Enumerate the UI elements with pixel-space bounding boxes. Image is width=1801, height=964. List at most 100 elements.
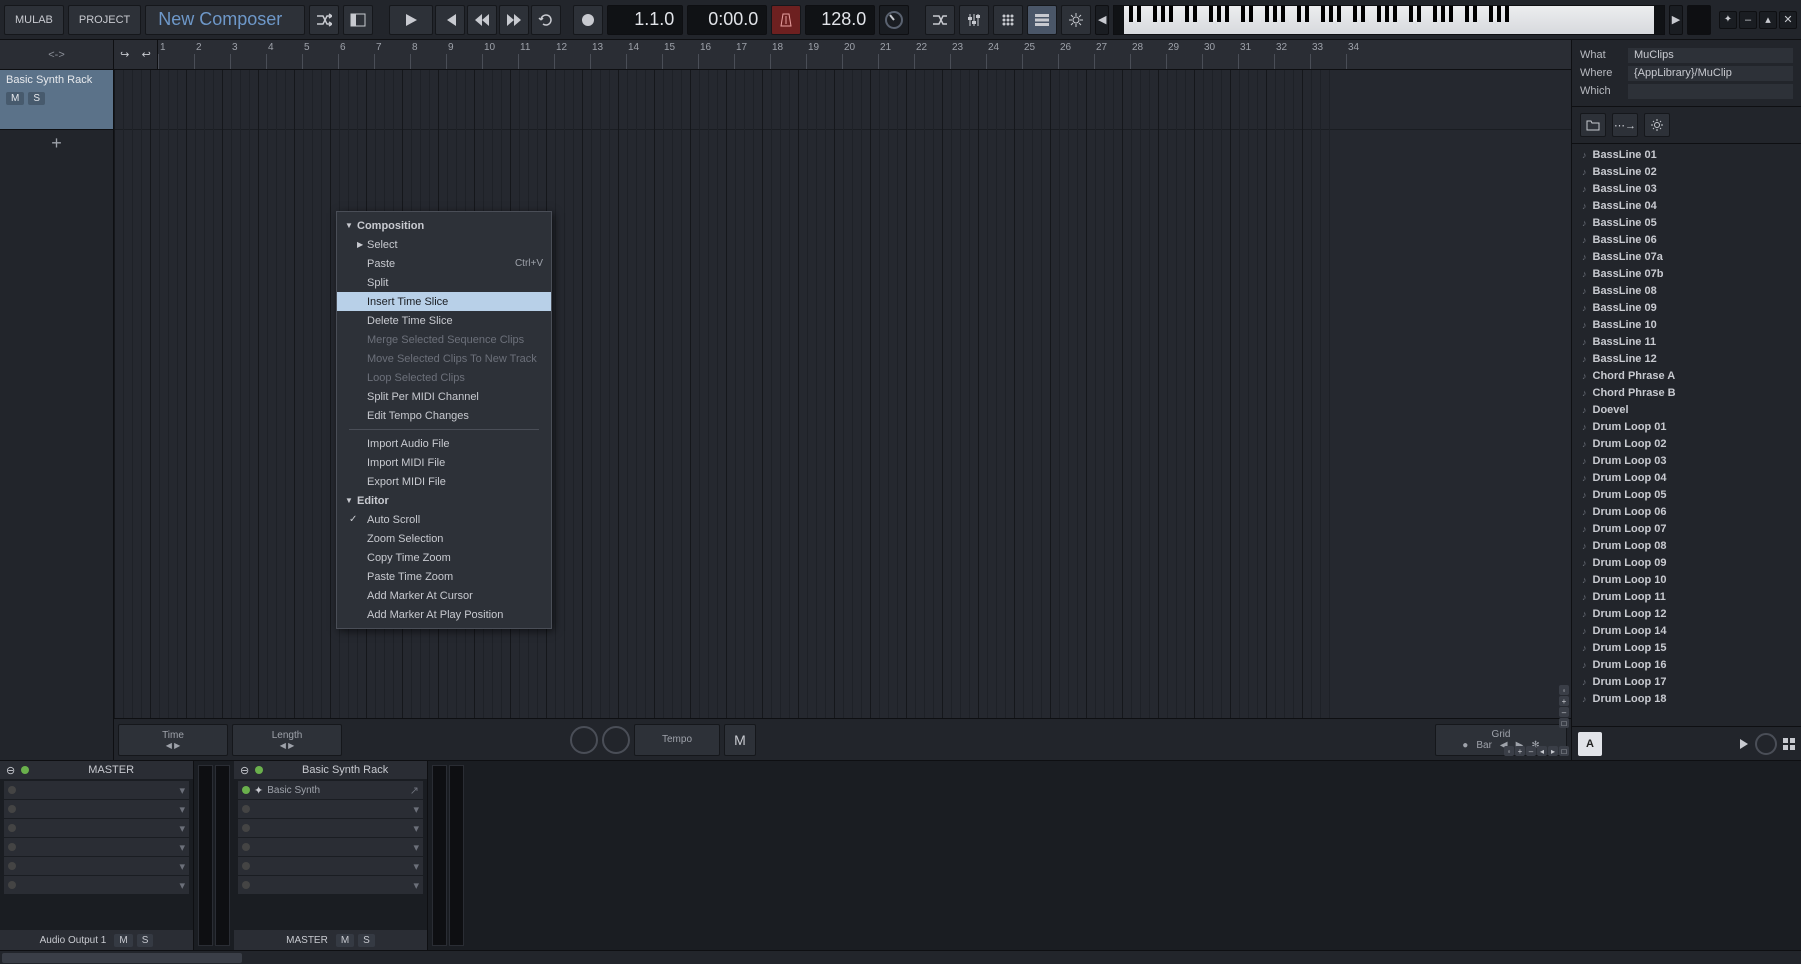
panel-icon[interactable]	[343, 5, 373, 35]
mixer-slot[interactable]: ▾	[4, 857, 189, 875]
browser-item[interactable]: ♪BassLine 09	[1572, 299, 1801, 316]
ctx-export-midi[interactable]: Export MIDI File	[337, 472, 551, 491]
browser-where-value[interactable]: {AppLibrary}/MuClip	[1628, 66, 1793, 81]
ctx-split[interactable]: Split	[337, 273, 551, 292]
tempo-field[interactable]: Tempo	[634, 724, 720, 756]
settings-icon[interactable]	[1061, 5, 1091, 35]
length-field[interactable]: Length◀ ▶	[232, 724, 342, 756]
browser-item[interactable]: ♪BassLine 07b	[1572, 265, 1801, 282]
ctx-add-marker-cursor[interactable]: Add Marker At Cursor	[337, 586, 551, 605]
browser-item[interactable]: ♪BassLine 07a	[1572, 248, 1801, 265]
browser-volume-knob[interactable]	[1755, 733, 1777, 755]
browser-item[interactable]: ♪Drum Loop 07	[1572, 520, 1801, 537]
browser-item[interactable]: ♪Drum Loop 06	[1572, 503, 1801, 520]
browser-item[interactable]: ♪Drum Loop 02	[1572, 435, 1801, 452]
metronome-icon[interactable]	[771, 5, 801, 35]
mixer-slot[interactable]: ▾	[4, 876, 189, 894]
browser-item[interactable]: ♪Doevel	[1572, 401, 1801, 418]
strip-active-dot[interactable]	[21, 766, 29, 774]
mixer-icon[interactable]	[959, 5, 989, 35]
browser-item[interactable]: ♪Drum Loop 04	[1572, 469, 1801, 486]
knob2[interactable]	[602, 726, 630, 754]
browser-a-button[interactable]: A	[1578, 732, 1602, 756]
ctx-auto-scroll[interactable]: ✓Auto Scroll	[337, 510, 551, 529]
project-menu[interactable]: PROJECT	[68, 5, 141, 35]
browser-what-value[interactable]: MuClips	[1628, 48, 1793, 63]
forward-button[interactable]	[499, 5, 529, 35]
piano-scroll-right[interactable]: ▶	[1669, 5, 1683, 35]
minimize-icon[interactable]: ‒	[1739, 11, 1757, 29]
browser-play-icon[interactable]	[1739, 739, 1749, 749]
browser-item[interactable]: ♪Drum Loop 09	[1572, 554, 1801, 571]
browser-item[interactable]: ♪BassLine 05	[1572, 214, 1801, 231]
ruler-corner[interactable]: ↪ ↩	[114, 40, 158, 70]
hscroll[interactable]	[0, 950, 1801, 964]
browser-item[interactable]: ♪Chord Phrase B	[1572, 384, 1801, 401]
loop-button[interactable]	[531, 5, 561, 35]
position-readout[interactable]: 1.1.0	[607, 5, 683, 35]
browser-item[interactable]: ♪Drum Loop 17	[1572, 673, 1801, 690]
browser-item[interactable]: ♪BassLine 10	[1572, 316, 1801, 333]
mixer-slot[interactable]: ▾	[4, 781, 189, 799]
ctx-split-midi[interactable]: Split Per MIDI Channel	[337, 387, 551, 406]
rewind-start-button[interactable]	[435, 5, 465, 35]
tool-shuffle-icon[interactable]	[925, 5, 955, 35]
browser-item[interactable]: ♪BassLine 04	[1572, 197, 1801, 214]
browser-settings-icon[interactable]	[1644, 113, 1670, 137]
strip-mute[interactable]: M	[336, 934, 354, 947]
mixer-slot[interactable]: ▾	[4, 800, 189, 818]
browser-item[interactable]: ♪Drum Loop 03	[1572, 452, 1801, 469]
play-button[interactable]	[389, 5, 433, 35]
ctx-zoom-selection[interactable]: Zoom Selection	[337, 529, 551, 548]
browser-item[interactable]: ♪Drum Loop 18	[1572, 690, 1801, 707]
zoom-vertical[interactable]: ◦+‒□	[1559, 685, 1569, 728]
browser-item[interactable]: ♪BassLine 03	[1572, 180, 1801, 197]
browser-item[interactable]: ♪Drum Loop 05	[1572, 486, 1801, 503]
ctx-insert-time-slice[interactable]: Insert Time Slice	[337, 292, 551, 311]
mulab-menu[interactable]: MULAB	[4, 5, 64, 35]
ctx-composition-header[interactable]: ▼Composition	[337, 216, 551, 235]
track-row[interactable]: Basic Synth Rack M S	[0, 70, 113, 130]
ctx-editor-header[interactable]: ▼Editor	[337, 491, 551, 510]
browser-item[interactable]: ♪Drum Loop 14	[1572, 622, 1801, 639]
browser-item[interactable]: ♪BassLine 02	[1572, 163, 1801, 180]
mixer-slot[interactable]: ▾	[238, 800, 423, 818]
browser-item[interactable]: ♪Drum Loop 16	[1572, 656, 1801, 673]
strip-mute[interactable]: M	[114, 934, 132, 947]
browser-item[interactable]: ♪BassLine 08	[1572, 282, 1801, 299]
browser-link-icon[interactable]: ⋯→	[1612, 113, 1638, 137]
grid-area[interactable]	[114, 70, 1571, 718]
ctx-paste-zoom[interactable]: Paste Time Zoom	[337, 567, 551, 586]
mixer-slot[interactable]: ▾	[238, 819, 423, 837]
list-icon[interactable]	[1027, 5, 1057, 35]
browser-item[interactable]: ♪BassLine 12	[1572, 350, 1801, 367]
mixer-slot[interactable]: ✦Basic Synth↗	[238, 781, 423, 799]
loop-end-icon[interactable]: ↩	[136, 40, 158, 69]
knob1[interactable]	[570, 726, 598, 754]
browser-item[interactable]: ♪BassLine 11	[1572, 333, 1801, 350]
browser-item[interactable]: ♪BassLine 06	[1572, 231, 1801, 248]
track-mute[interactable]: M	[6, 92, 24, 105]
marker-m-button[interactable]: M	[724, 724, 756, 756]
ctx-select[interactable]: ▶Select	[337, 235, 551, 254]
browser-item[interactable]: ♪Drum Loop 11	[1572, 588, 1801, 605]
tracks-header[interactable]: <->	[0, 40, 113, 70]
mixer-slot[interactable]: ▾	[4, 819, 189, 837]
strip-collapse-icon[interactable]: ⊖	[6, 764, 15, 777]
tempo-knob-icon[interactable]	[879, 5, 909, 35]
browser-item[interactable]: ♪Drum Loop 10	[1572, 571, 1801, 588]
strip-output-label[interactable]: Audio Output 1	[40, 935, 107, 946]
ctx-import-midi[interactable]: Import MIDI File	[337, 453, 551, 472]
browser-item[interactable]: ♪BassLine 01	[1572, 146, 1801, 163]
browser-list[interactable]: ♪BassLine 01♪BassLine 02♪BassLine 03♪Bas…	[1572, 144, 1801, 726]
mixer-slot[interactable]: ▾	[238, 838, 423, 856]
time-field[interactable]: Time◀ ▶	[118, 724, 228, 756]
ctx-copy-zoom[interactable]: Copy Time Zoom	[337, 548, 551, 567]
mixer-slot[interactable]: ▾	[238, 857, 423, 875]
tempo-readout[interactable]: 128.0	[805, 5, 875, 35]
track-solo[interactable]: S	[28, 92, 45, 105]
loop-start-icon[interactable]: ↪	[114, 40, 136, 69]
grid-icon[interactable]	[993, 5, 1023, 35]
record-button[interactable]	[573, 5, 603, 35]
mixer-slot[interactable]: ▾	[238, 876, 423, 894]
